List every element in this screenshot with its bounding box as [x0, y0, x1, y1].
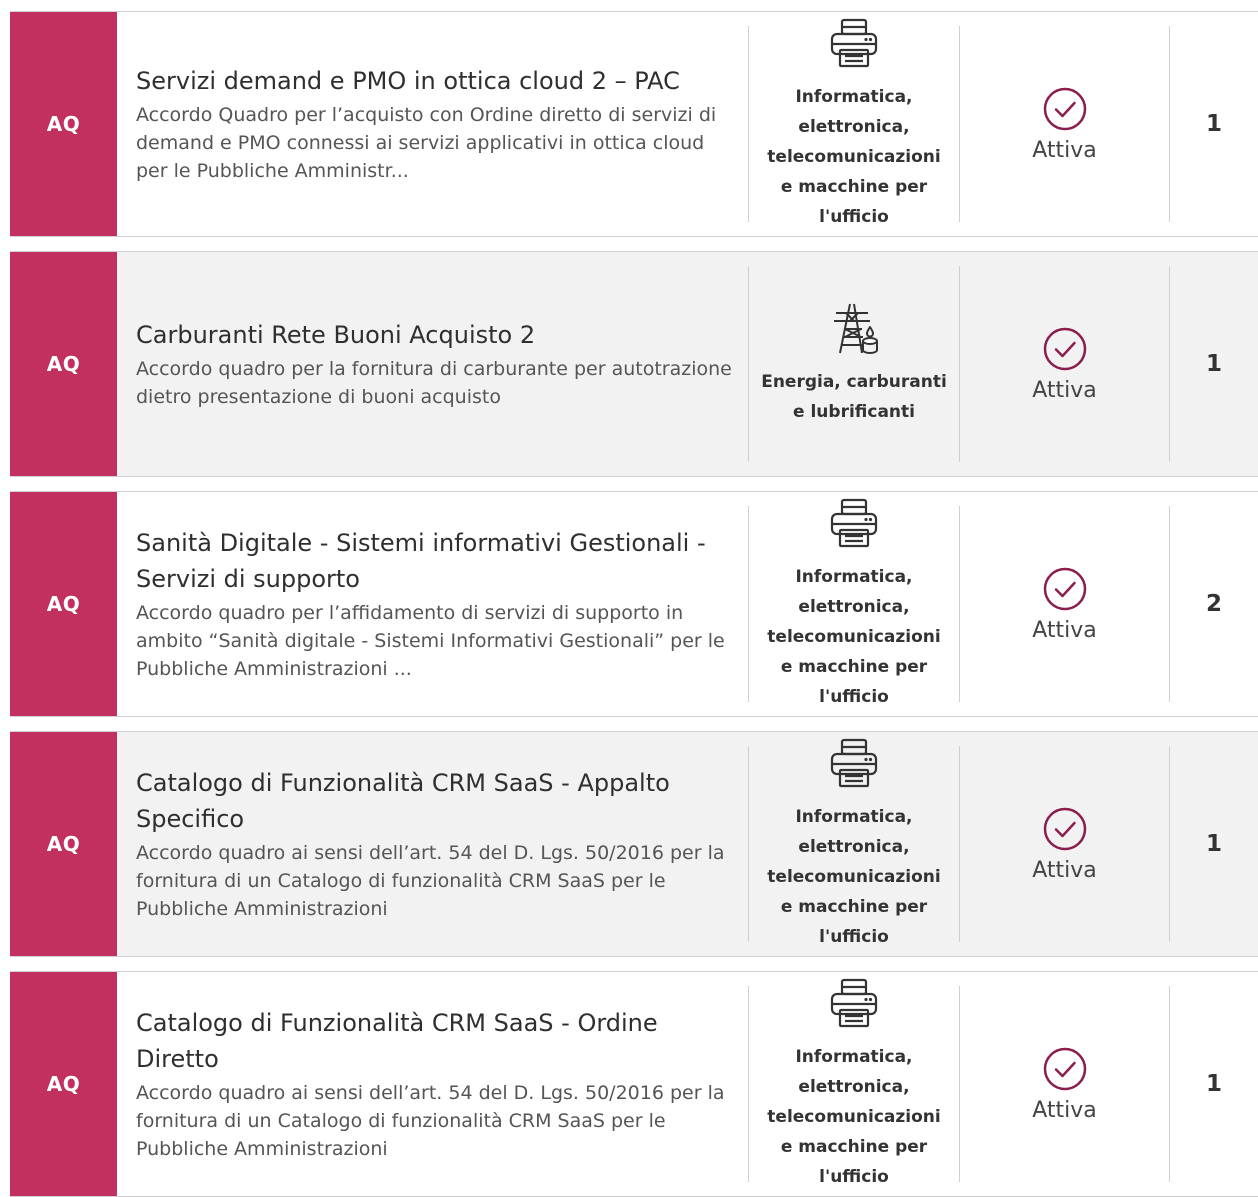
- item-description: Accordo Quadro per l’acquisto con Ordine…: [136, 104, 717, 182]
- item-title[interactable]: Servizi demand e PMO in ottica cloud 2 –…: [136, 63, 736, 99]
- count-value: 1: [1205, 111, 1222, 137]
- item-description: Accordo quadro ai sensi dell’art. 54 del…: [136, 1082, 725, 1160]
- category-cell: Informatica, elettronica, telecomunicazi…: [749, 492, 959, 716]
- item-title[interactable]: Carburanti Rete Buoni Acquisto 2: [136, 317, 736, 353]
- type-badge: AQ: [10, 252, 117, 476]
- category-label: Energia, carburanti e lubrificanti: [761, 372, 947, 422]
- item-info: Servizi demand e PMO in ottica cloud 2 –…: [136, 12, 736, 236]
- status-label: Attiva: [1032, 617, 1097, 643]
- status-cell: Attiva: [960, 12, 1169, 236]
- status-cell: Attiva: [960, 492, 1169, 716]
- item-info: Sanità Digitale - Sistemi informativi Ge…: [136, 492, 736, 716]
- item-info: Catalogo di Funzionalità CRM SaaS - Appa…: [136, 732, 736, 956]
- count-value: 1: [1205, 351, 1222, 377]
- item-title[interactable]: Catalogo di Funzionalità CRM SaaS - Appa…: [136, 765, 736, 837]
- count-cell: 1: [1170, 972, 1258, 1196]
- type-label: AQ: [46, 1072, 81, 1096]
- count-cell: 1: [1170, 12, 1258, 236]
- category-label: Informatica, elettronica, telecomunicazi…: [767, 87, 941, 227]
- category-cell: Informatica, elettronica, telecomunicazi…: [749, 12, 959, 236]
- count-cell: 1: [1170, 252, 1258, 476]
- printer-icon: [830, 498, 878, 548]
- check-circle-icon: [1043, 1047, 1086, 1090]
- type-badge: AQ: [10, 492, 117, 716]
- category-label: Informatica, elettronica, telecomunicazi…: [767, 567, 941, 707]
- category-cell: Energia, carburanti e lubrificanti: [749, 252, 959, 476]
- status-label: Attiva: [1032, 377, 1097, 403]
- count-value: 1: [1205, 831, 1222, 857]
- printer-icon: [830, 738, 878, 788]
- status-cell: Attiva: [960, 732, 1169, 956]
- list-item[interactable]: AQ Catalogo di Funzionalità CRM SaaS - O…: [10, 971, 1258, 1197]
- list-item[interactable]: AQ Catalogo di Funzionalità CRM SaaS - A…: [10, 731, 1258, 957]
- check-circle-icon: [1043, 87, 1086, 130]
- list-item[interactable]: AQ Carburanti Rete Buoni Acquisto 2 Acco…: [10, 251, 1258, 477]
- category-label: Informatica, elettronica, telecomunicazi…: [767, 1047, 941, 1187]
- type-label: AQ: [46, 832, 81, 856]
- type-label: AQ: [46, 592, 81, 616]
- item-info: Carburanti Rete Buoni Acquisto 2 Accordo…: [136, 252, 736, 476]
- count-value: 2: [1205, 591, 1222, 617]
- item-description: Accordo quadro per l’affidamento di serv…: [136, 602, 725, 680]
- type-badge: AQ: [10, 972, 117, 1196]
- list-item[interactable]: AQ Sanità Digitale - Sistemi informativi…: [10, 491, 1258, 717]
- count-cell: 1: [1170, 732, 1258, 956]
- status-label: Attiva: [1032, 137, 1097, 163]
- status-label: Attiva: [1032, 857, 1097, 883]
- printer-icon: [830, 18, 878, 68]
- item-title[interactable]: Catalogo di Funzionalità CRM SaaS - Ordi…: [136, 1005, 736, 1077]
- printer-icon: [830, 978, 878, 1028]
- category-cell: Informatica, elettronica, telecomunicazi…: [749, 732, 959, 956]
- type-label: AQ: [46, 352, 81, 376]
- category-label: Informatica, elettronica, telecomunicazi…: [767, 807, 941, 947]
- type-badge: AQ: [10, 732, 117, 956]
- check-circle-icon: [1043, 327, 1086, 370]
- item-info: Catalogo di Funzionalità CRM SaaS - Ordi…: [136, 972, 736, 1196]
- status-cell: Attiva: [960, 252, 1169, 476]
- count-value: 1: [1205, 1071, 1222, 1097]
- item-description: Accordo quadro ai sensi dell’art. 54 del…: [136, 842, 725, 920]
- power-pylon-icon: [834, 303, 878, 354]
- type-label: AQ: [46, 112, 81, 136]
- check-circle-icon: [1043, 807, 1086, 850]
- status-label: Attiva: [1032, 1097, 1097, 1123]
- status-cell: Attiva: [960, 972, 1169, 1196]
- check-circle-icon: [1043, 567, 1086, 610]
- category-cell: Informatica, elettronica, telecomunicazi…: [749, 972, 959, 1196]
- item-description: Accordo quadro per la fornitura di carbu…: [136, 358, 732, 408]
- item-title[interactable]: Sanità Digitale - Sistemi informativi Ge…: [136, 525, 736, 597]
- type-badge: AQ: [10, 12, 117, 236]
- count-cell: 2: [1170, 492, 1258, 716]
- list-item[interactable]: AQ Servizi demand e PMO in ottica cloud …: [10, 11, 1258, 237]
